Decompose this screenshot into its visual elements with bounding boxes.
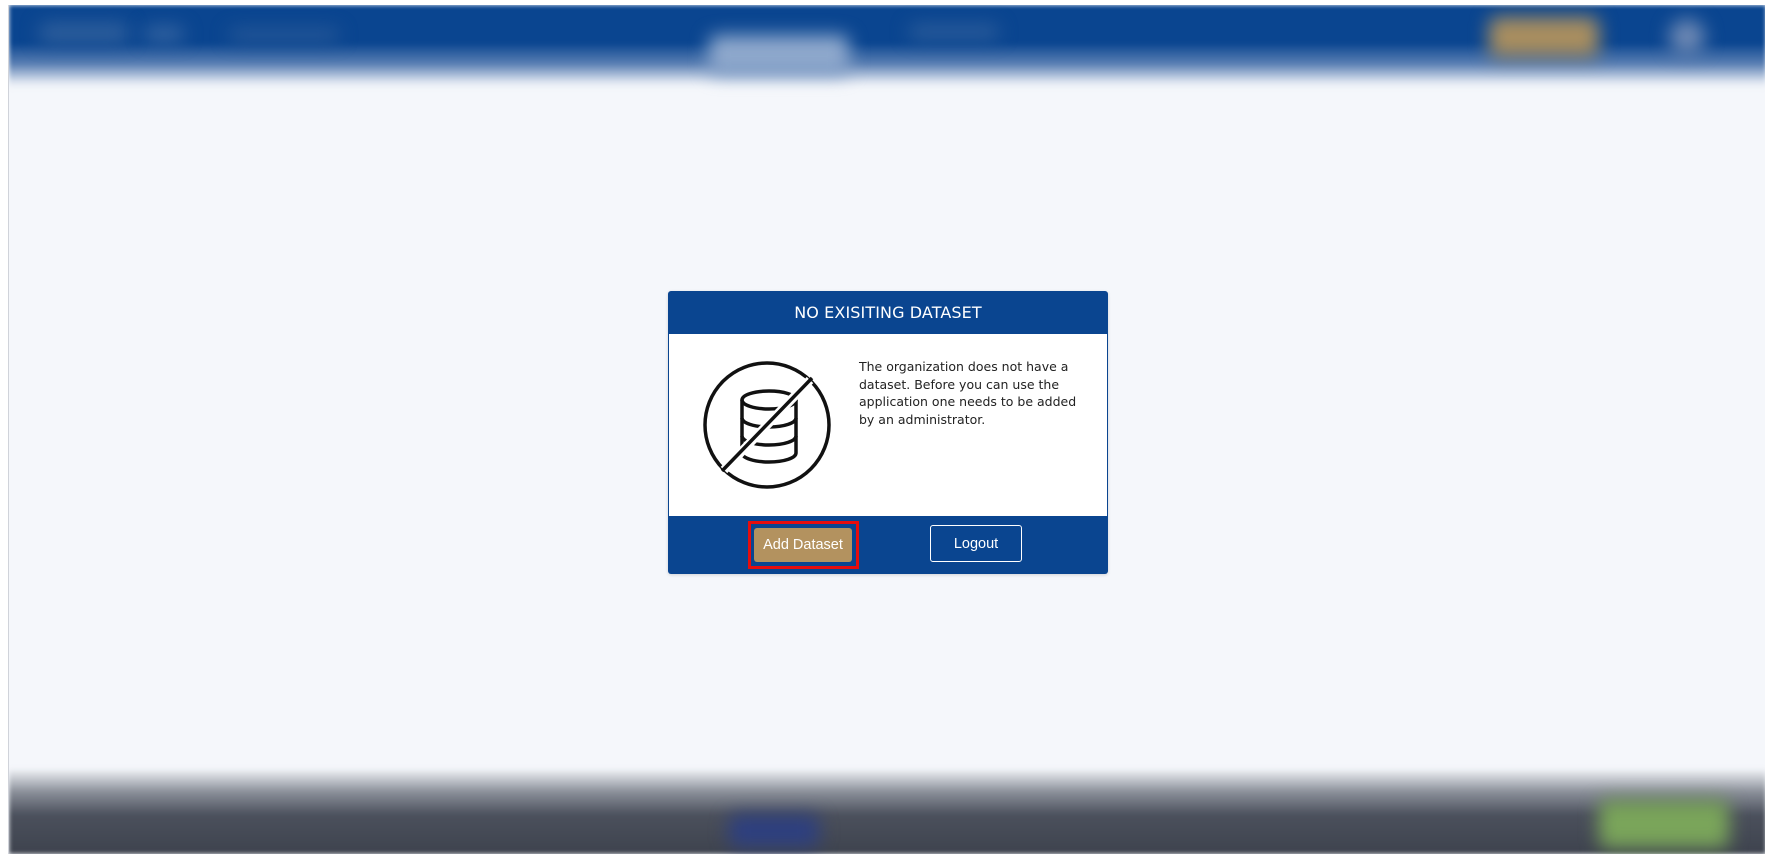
dialog-footer: Add Dataset Logout [668,516,1108,574]
blurred-bottom-item [729,815,819,847]
blurred-nav-item [229,29,339,41]
blurred-nav-item [39,23,129,43]
blurred-avatar [1669,19,1705,55]
dialog-title: NO EXISITING DATASET [794,303,982,322]
no-dataset-dialog: NO EXISITING DATASET The organization do… [668,291,1108,574]
bottom-bar-blurred [9,768,1765,854]
add-dataset-button[interactable]: Add Dataset [754,528,852,562]
dialog-body: The organization does not have a dataset… [669,334,1107,516]
blurred-nav-item [144,27,184,41]
blurred-nav-active-item [709,35,849,75]
blurred-user-button [1489,17,1599,57]
database-disabled-icon [702,360,832,490]
logout-button[interactable]: Logout [930,525,1022,562]
blurred-nav-item [909,25,999,39]
blurred-bottom-action [1599,800,1729,848]
dialog-message: The organization does not have a dataset… [859,359,1077,427]
